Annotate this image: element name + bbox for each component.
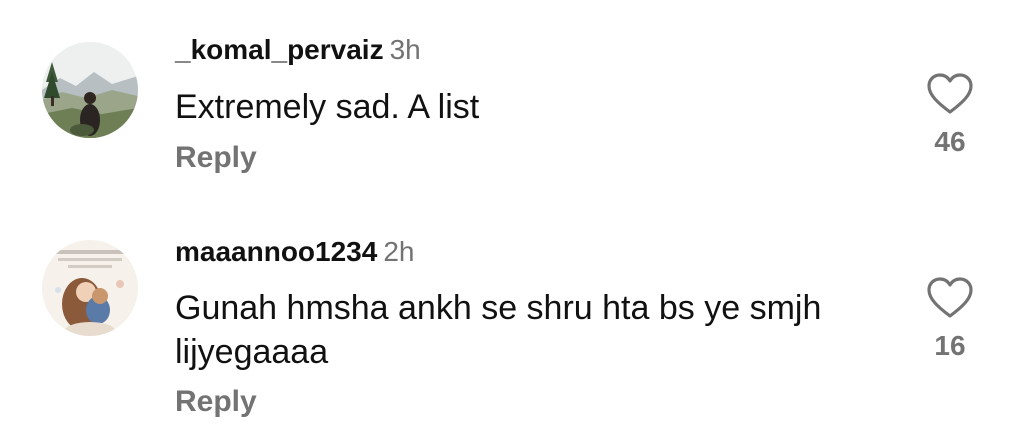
comment-text: Gunah hmsha ankh se shru hta bs ye smjh … [175,289,822,371]
heart-outline-icon[interactable] [926,276,974,320]
comment-text: Extremely sad. A list [175,88,480,126]
comment-item: maaannoo1234 2h Gunah hmsha ankh se shru … [0,200,1024,438]
comment-item: _komal_pervaiz 3h Extremely sad. A list R… [0,0,1024,200]
username[interactable]: _komal_pervaiz [175,34,384,65]
illustration-avatar-icon [42,240,138,336]
landscape-photo-avatar-icon [42,42,138,138]
like-section: 46 [924,72,976,156]
comment-header: _komal_pervaiz 3h [175,36,421,64]
username[interactable]: maaannoo1234 [175,236,377,267]
reply-button[interactable]: Reply [175,387,257,417]
like-count: 16 [934,330,966,361]
user-avatar[interactable] [42,240,138,336]
like-section: 16 [924,276,976,360]
reply-button[interactable]: Reply [175,143,257,173]
comment-header: maaannoo1234 2h [175,238,414,266]
user-avatar[interactable] [42,42,138,138]
timestamp: 2h [383,236,415,267]
like-count: 46 [934,126,966,157]
timestamp: 3h [389,34,421,65]
heart-outline-icon[interactable] [926,72,974,116]
